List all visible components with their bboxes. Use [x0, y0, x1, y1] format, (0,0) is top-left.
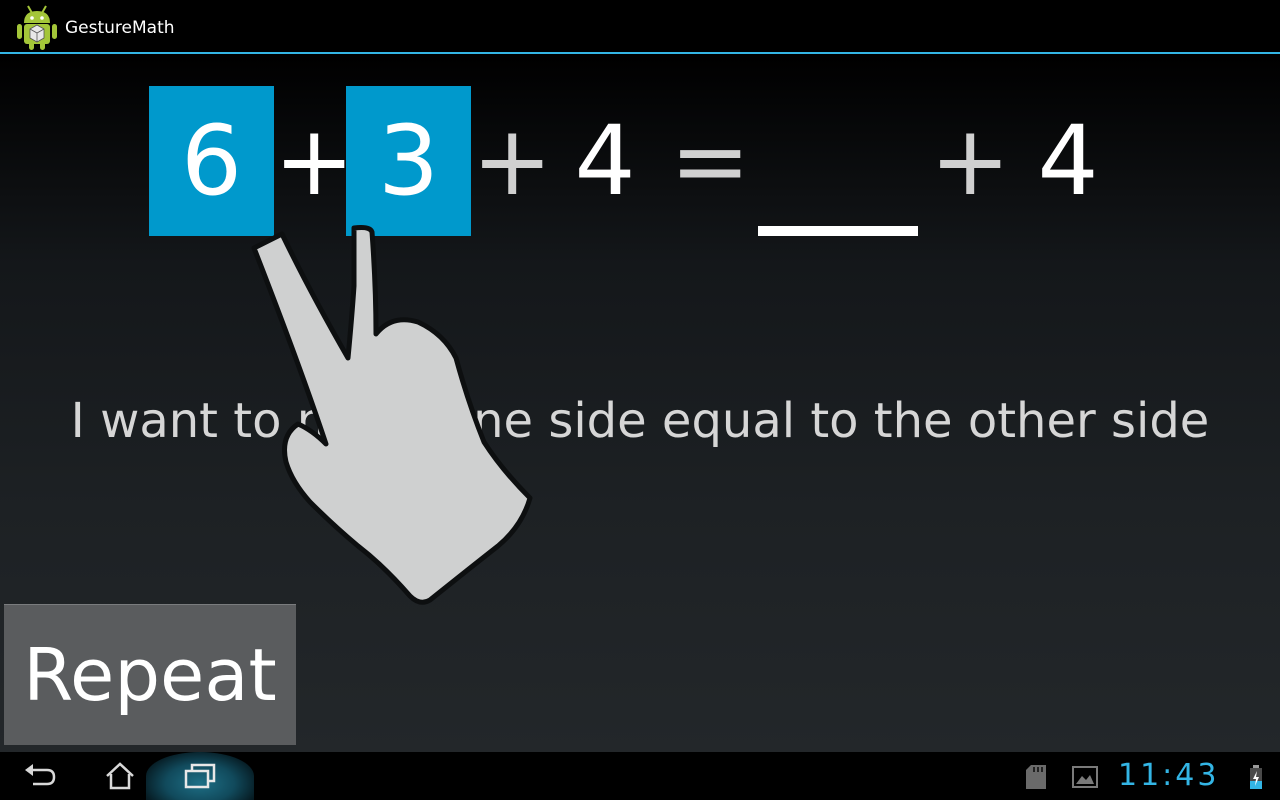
screen: GestureMath 6 + 3 + 4 = + 4 I want to ma… — [0, 0, 1280, 800]
system-nav-bar: 11:43 — [0, 752, 1280, 800]
instruction-text: I want to make one side equal to the oth… — [70, 393, 1210, 449]
android-robot-icon — [17, 5, 57, 50]
home-button[interactable] — [80, 752, 160, 800]
number-4-right: 4 — [1037, 105, 1099, 217]
action-bar: GestureMath — [0, 0, 1280, 54]
app-title: GestureMath — [65, 18, 175, 38]
pointing-hand-icon — [251, 225, 533, 605]
back-button[interactable] — [0, 752, 80, 800]
status-clock: 11:43 — [1118, 758, 1220, 793]
content-area: 6 + 3 + 4 = + 4 I want to make one side … — [0, 56, 1280, 752]
battery-charging-icon — [1250, 765, 1262, 789]
plus-operator: + — [930, 105, 1011, 217]
recents-button[interactable] — [160, 752, 240, 800]
sd-card-icon — [1026, 765, 1046, 789]
equals-sign: = — [670, 105, 751, 217]
recents-icon — [184, 763, 216, 789]
back-icon — [25, 764, 56, 786]
image-icon — [1072, 766, 1098, 788]
repeat-button[interactable]: Repeat — [4, 604, 296, 745]
home-icon — [106, 762, 134, 790]
answer-blank[interactable] — [758, 226, 918, 236]
number-4-left: 4 — [574, 105, 636, 217]
